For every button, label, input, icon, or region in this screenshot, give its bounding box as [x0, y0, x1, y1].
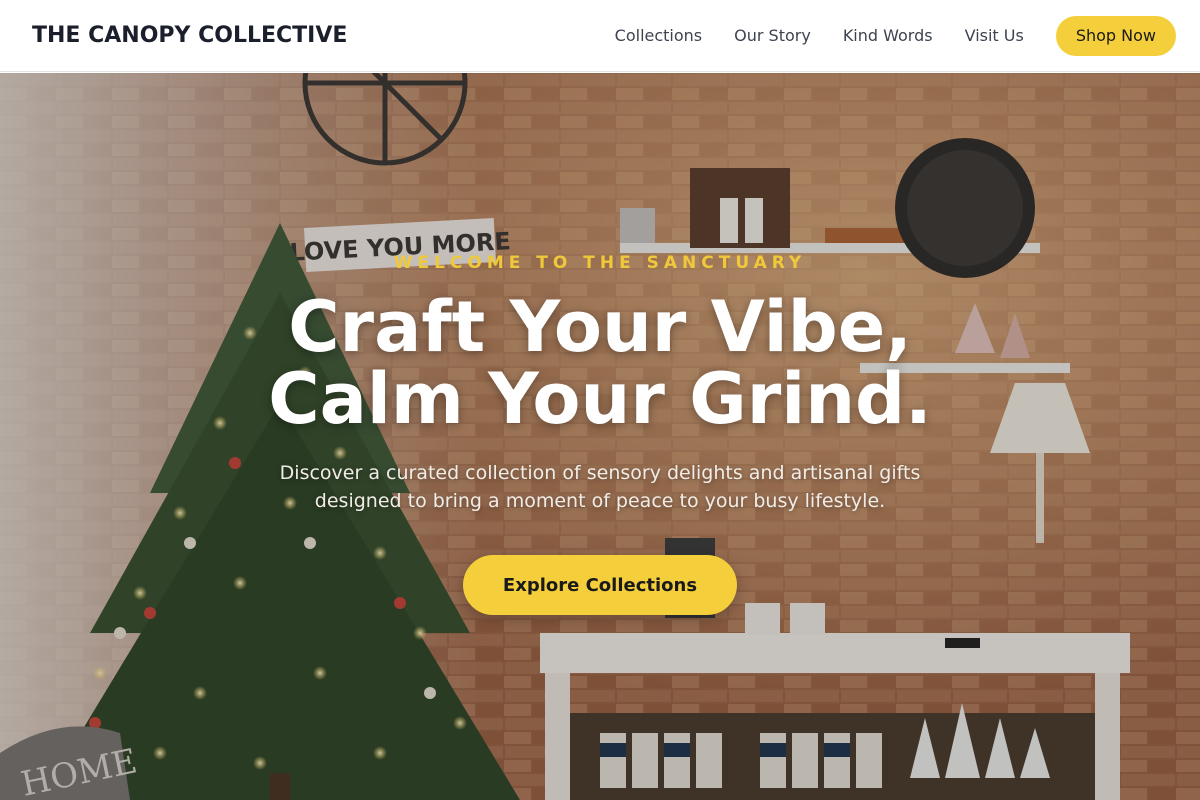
nav-link-kind-words[interactable]: Kind Words: [843, 26, 933, 45]
site-header: THE CANOPY COLLECTIVE Collections Our St…: [0, 0, 1200, 72]
nav-link-our-story[interactable]: Our Story: [734, 26, 811, 45]
headline-line-1: Craft Your Vibe,: [288, 286, 912, 368]
hero-content: WELCOME TO THE SANCTUARY Craft Your Vibe…: [0, 73, 1200, 800]
nav-link-collections[interactable]: Collections: [615, 26, 702, 45]
hero-section: LOVE YOU MORE HOME WELCOME TO THE SANCTU…: [0, 73, 1200, 800]
headline-line-2: Calm Your Grind.: [268, 358, 932, 440]
hero-eyebrow: WELCOME TO THE SANCTUARY: [393, 253, 807, 273]
hero-headline: Craft Your Vibe, Calm Your Grind.: [0, 291, 1200, 435]
brand-logo[interactable]: THE CANOPY COLLECTIVE: [32, 23, 347, 48]
shop-now-button[interactable]: Shop Now: [1055, 15, 1176, 56]
explore-collections-button[interactable]: Explore Collections: [463, 555, 737, 615]
hero-subtext: Discover a curated collection of sensory…: [279, 462, 921, 512]
main-nav: Collections Our Story Kind Words Visit U…: [615, 26, 1024, 45]
nav-link-visit-us[interactable]: Visit Us: [965, 26, 1024, 45]
